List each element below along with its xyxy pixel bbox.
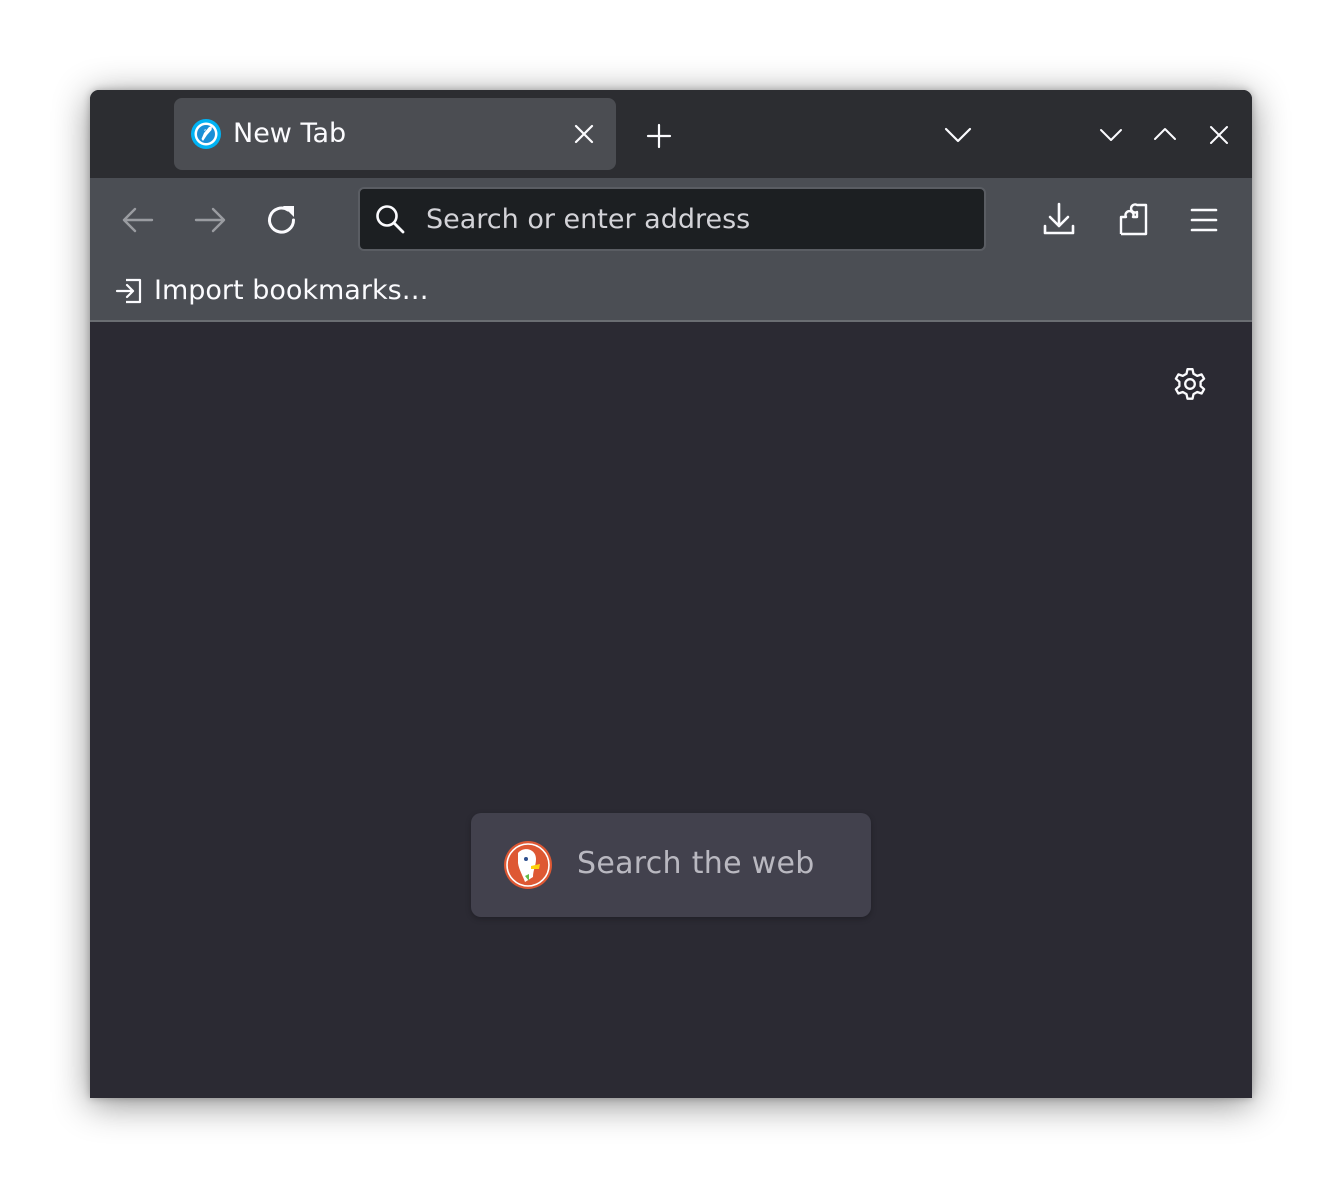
search-icon xyxy=(374,203,406,235)
tab-strip: New Tab xyxy=(90,90,1252,178)
web-search-placeholder: Search the web xyxy=(577,846,815,881)
list-all-tabs-chevron-icon[interactable] xyxy=(940,120,976,150)
url-bar[interactable] xyxy=(358,187,986,251)
gear-icon[interactable] xyxy=(1170,364,1210,404)
duckduckgo-logo-icon xyxy=(503,840,553,890)
downloads-icon[interactable] xyxy=(1039,200,1079,240)
bookmarks-toolbar: Import bookmarks… xyxy=(90,262,1252,322)
hamburger-menu-icon[interactable] xyxy=(1184,200,1224,240)
import-bookmarks-label: Import bookmarks… xyxy=(154,275,429,306)
import-icon xyxy=(114,276,144,306)
close-tab-icon[interactable] xyxy=(570,120,598,148)
close-window-icon[interactable] xyxy=(1204,120,1234,150)
back-arrow-icon[interactable] xyxy=(118,200,158,240)
new-tab-plus-icon[interactable] xyxy=(641,118,677,154)
reload-icon[interactable] xyxy=(262,200,302,240)
tab-title: New Tab xyxy=(233,118,347,149)
browser-logo-icon xyxy=(190,118,222,150)
extensions-puzzle-icon[interactable] xyxy=(1113,200,1153,240)
tab-new-tab[interactable]: New Tab xyxy=(174,98,616,170)
browser-window: New Tab Search or enter address Import b… xyxy=(90,90,1252,1098)
maximize-icon[interactable] xyxy=(1150,120,1180,150)
minimize-icon[interactable] xyxy=(1096,120,1126,150)
url-input[interactable] xyxy=(426,189,966,249)
new-tab-page: Search the web xyxy=(90,322,1252,1098)
web-search-box[interactable]: Search the web xyxy=(471,813,871,917)
navigation-toolbar xyxy=(90,178,1252,262)
forward-arrow-icon[interactable] xyxy=(190,200,230,240)
